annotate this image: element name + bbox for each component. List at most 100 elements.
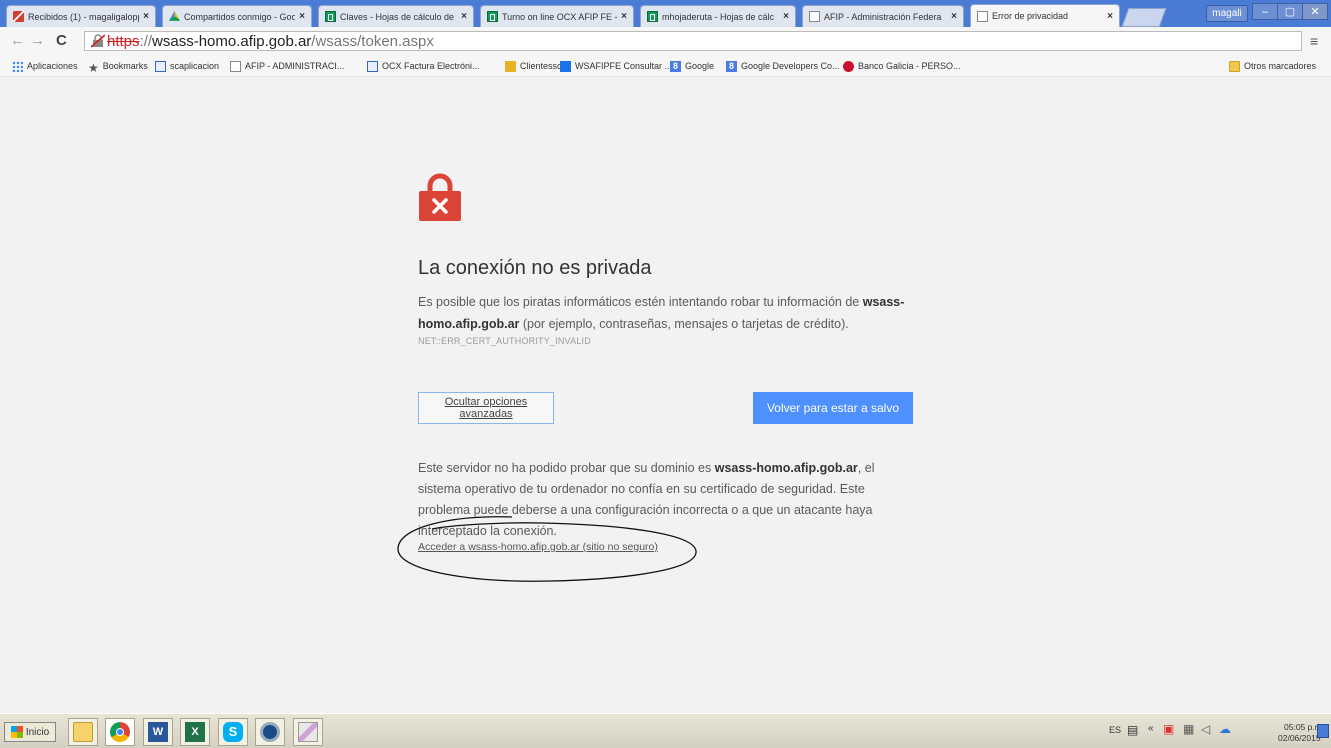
taskbar-app-steam[interactable] — [255, 718, 285, 746]
drive-icon — [169, 11, 180, 21]
bookmark-label: Google — [685, 61, 715, 71]
bookmark-item[interactable]: WSAFIPFE Consultar ... — [560, 59, 672, 73]
galicia-icon — [843, 60, 854, 72]
arrow-icon — [560, 60, 571, 72]
bookmark-label: Aplicaciones — [27, 61, 78, 71]
windows-logo-icon — [10, 726, 23, 738]
tab-gmail[interactable]: Recibidos (1) - magaligalopp × — [6, 5, 156, 27]
volume-icon[interactable]: ◁ — [1201, 722, 1210, 736]
window-close-button[interactable]: ✕ — [1302, 3, 1328, 20]
start-button[interactable]: Inicio — [4, 722, 56, 742]
close-icon[interactable]: × — [461, 11, 467, 22]
cloud-icon[interactable]: ☁ — [1219, 722, 1231, 736]
language-indicator[interactable]: ES — [1109, 725, 1121, 735]
browser-toolbar: ← → C https://wsass-homo.afip.gob.ar/wsa… — [0, 27, 1331, 57]
details-message: Este servidor no ha podido probar que su… — [418, 458, 918, 542]
start-label: Inicio — [25, 726, 50, 738]
close-icon[interactable]: × — [783, 11, 789, 22]
bookmark-item[interactable]: 8 Google Developers Co... — [726, 59, 840, 73]
minimize-button[interactable]: – — [1252, 3, 1278, 20]
bookmark-item[interactable]: Banco Galicia - PERSO... — [843, 59, 961, 73]
bookmark-item[interactable]: Aplicaciones — [12, 59, 78, 73]
paint-icon — [298, 722, 318, 742]
taskbar-app-paint[interactable] — [293, 718, 323, 746]
proceed-unsafe-link[interactable]: Acceder a wsass-homo.afip.gob.ar (sitio … — [418, 541, 658, 553]
tab-title: Turno on line OCX AFIP FE - — [502, 11, 618, 22]
tab-turno[interactable]: Turno on line OCX AFIP FE - × — [480, 5, 634, 27]
bookmark-item[interactable]: OCX Factura Electróni... — [367, 59, 480, 73]
word-icon: W — [148, 722, 168, 742]
error-code: NET::ERR_CERT_AUTHORITY_INVALID — [418, 336, 591, 346]
bookmark-item[interactable]: scaplicacion — [155, 59, 219, 73]
close-icon[interactable]: × — [621, 11, 627, 22]
tab-title: AFIP - Administración Federa — [824, 11, 942, 22]
taskbar-app-excel[interactable]: X — [180, 718, 210, 746]
bookmark-item[interactable]: AFIP - ADMINISTRACI... — [230, 59, 344, 73]
tab-strip: Recibidos (1) - magaligalopp × Compartid… — [0, 0, 1331, 27]
other-bookmarks[interactable]: Otros marcadores — [1229, 59, 1316, 73]
sheet-icon — [155, 60, 166, 72]
insecure-lock-icon[interactable] — [91, 34, 105, 48]
apps-grid-icon — [12, 60, 23, 72]
details-text: Este servidor no ha podido probar que su… — [418, 461, 715, 475]
bookmark-label: Google Developers Co... — [741, 61, 840, 71]
system-tray: ES ▤ « ▣ ▦ ◁ ☁ 05:05 p.m. 02/06/2015 — [1103, 718, 1329, 745]
reload-icon[interactable]: C — [56, 32, 67, 49]
page-title: La conexión no es privada — [418, 257, 652, 279]
google-icon: 8 — [726, 60, 737, 72]
bookmark-label: Clientessc — [520, 61, 562, 71]
red-lock-icon — [419, 173, 461, 221]
show-desktop-button[interactable] — [1317, 724, 1329, 738]
url-separator: :// — [139, 32, 153, 50]
privacy-error-page: La conexión no es privada Es posible que… — [0, 77, 1331, 713]
tab-claves[interactable]: Claves - Hojas de cálculo de × — [318, 5, 474, 27]
taskbar-app-explorer[interactable] — [68, 718, 98, 746]
excel-icon: X — [185, 722, 205, 742]
close-icon[interactable]: × — [1107, 11, 1113, 22]
network-icon[interactable]: ▣ — [1163, 722, 1174, 736]
tab-afip[interactable]: AFIP - Administración Federa × — [802, 5, 964, 27]
hide-advanced-button[interactable]: Ocultar opciones avanzadas — [418, 392, 554, 424]
keyboard-icon[interactable]: ▤ — [1127, 723, 1138, 737]
taskbar-app-word[interactable]: W — [143, 718, 173, 746]
new-tab-button[interactable] — [1121, 8, 1167, 27]
folder-icon — [505, 60, 516, 72]
bookmark-label: Otros marcadores — [1244, 61, 1317, 71]
url-path: /wsass/token.aspx — [311, 32, 434, 50]
tab-error-privacidad[interactable]: Error de privacidad × — [970, 4, 1120, 27]
folder-icon — [73, 722, 93, 742]
taskbar-app-skype[interactable]: S — [218, 718, 248, 746]
taskbar-app-chrome[interactable] — [105, 718, 135, 746]
show-hidden-icons[interactable]: « — [1148, 723, 1154, 734]
bookmark-label: scaplicacion — [170, 61, 220, 71]
clock-date[interactable]: 02/06/2015 — [1278, 733, 1321, 743]
restore-button[interactable]: ▢ — [1277, 3, 1303, 20]
sheets-icon — [487, 11, 498, 22]
sheets-icon — [647, 11, 658, 22]
user-profile-button[interactable]: magali — [1206, 5, 1248, 22]
address-bar[interactable]: https://wsass-homo.afip.gob.ar/wsass/tok… — [84, 31, 1302, 51]
windows-taskbar: Inicio W X S ES ▤ « ▣ ▦ ◁ ☁ 05:05 p.m. 0… — [0, 713, 1331, 748]
bookmark-item[interactable]: Clientessc — [505, 59, 562, 73]
main-message: Es posible que los piratas informáticos … — [418, 291, 918, 335]
page-icon — [230, 60, 241, 72]
bookmark-item[interactable]: 8 Google — [670, 59, 714, 73]
back-arrow-icon[interactable]: ← — [10, 32, 25, 49]
bookmark-item[interactable]: ★ Bookmarks — [88, 59, 148, 75]
tab-drive[interactable]: Compartidos conmigo - Goog × — [162, 5, 312, 27]
url-scheme: https — [107, 32, 140, 50]
tab-mhojaderuta[interactable]: mhojaderuta - Hojas de cálc × — [640, 5, 796, 27]
hamburger-menu-icon[interactable]: ≡ — [1310, 33, 1318, 49]
message-text: Es posible que los piratas informáticos … — [418, 295, 863, 309]
bookmarks-bar: Aplicaciones ★ Bookmarks scaplicacion AFI… — [0, 56, 1331, 77]
close-icon[interactable]: × — [951, 11, 957, 22]
forward-arrow-icon[interactable]: → — [30, 32, 45, 49]
bookmark-label: WSAFIPFE Consultar ... — [575, 61, 673, 71]
bookmark-label: Bookmarks — [102, 61, 148, 71]
back-to-safety-button[interactable]: Volver para estar a salvo — [753, 392, 913, 424]
gmail-icon — [13, 11, 24, 22]
monitor-icon[interactable]: ▦ — [1183, 722, 1194, 736]
details-host: wsass-homo.afip.gob.ar — [714, 461, 858, 475]
close-icon[interactable]: × — [299, 11, 305, 22]
close-icon[interactable]: × — [143, 11, 149, 22]
